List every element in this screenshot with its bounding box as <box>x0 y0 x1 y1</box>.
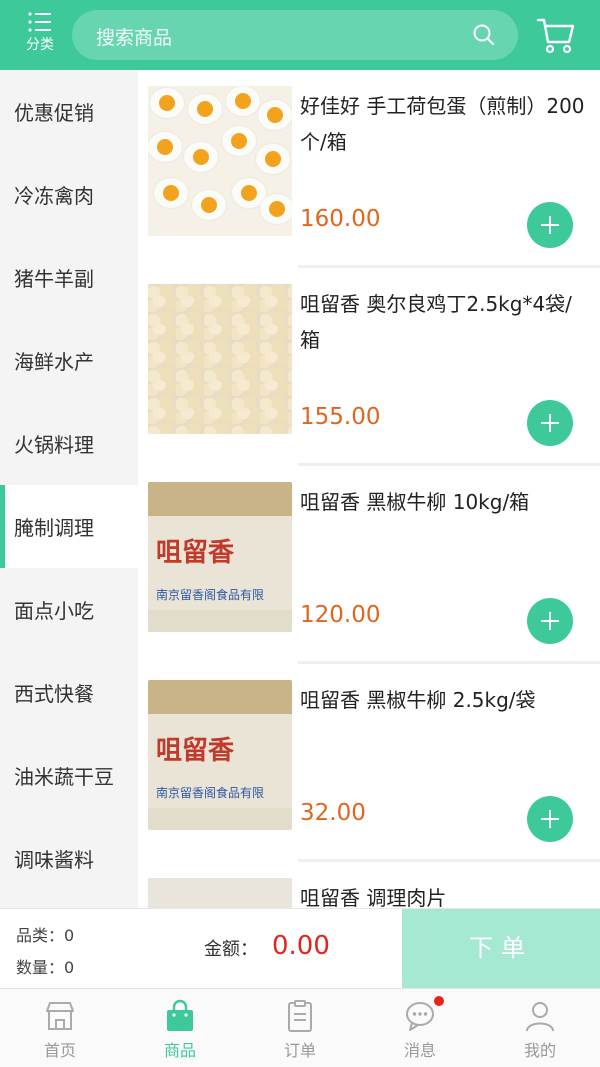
sidebar-item-promotions[interactable]: 优惠促销 <box>0 70 138 153</box>
product-price: 32.00 <box>300 800 366 826</box>
tab-profile[interactable]: 我的 <box>480 989 600 1067</box>
tab-label: 我的 <box>523 1041 556 1060</box>
add-to-cart-button[interactable] <box>527 598 573 644</box>
add-to-cart-button[interactable] <box>527 796 573 842</box>
tab-home[interactable]: 首页 <box>0 989 120 1067</box>
place-order-button[interactable]: 下单 <box>402 909 600 989</box>
product-item[interactable]: 咀留香 南京留香阁食品有限 咀留香 黑椒牛柳 10kg/箱 120.00 <box>138 466 600 664</box>
amount-label: 金额： <box>204 939 258 960</box>
category-sidebar: 优惠促销 冷冻禽肉 猪牛羊副 海鲜水产 火锅料理 腌制调理 面点小吃 西式快餐 … <box>0 70 138 908</box>
quantity-count: 数量：0 <box>16 954 74 978</box>
message-notification-badge <box>434 996 444 1006</box>
quantity-count-label: 数量： <box>16 958 65 977</box>
shopping-bag-icon <box>167 999 193 1031</box>
product-list: 好佳好 手工荷包蛋（煎制）200个/箱 160.00 咀留香 奥尔良鸡丁2.5k… <box>138 70 600 908</box>
sidebar-item-label: 油米蔬干豆 <box>14 765 114 789</box>
sidebar-item-frozen-poultry[interactable]: 冷冻禽肉 <box>0 153 138 236</box>
quantity-count-value: 0 <box>64 958 75 977</box>
product-image-fried-eggs[interactable] <box>148 86 292 236</box>
search-input[interactable]: 搜索商品 <box>72 10 518 60</box>
sidebar-item-seafood[interactable]: 海鲜水产 <box>0 319 138 402</box>
product-name[interactable]: 咀留香 奥尔良鸡丁2.5kg*4袋/箱 <box>300 286 590 358</box>
category-menu-label: 分类 <box>26 37 54 53</box>
sidebar-item-marinated[interactable]: 腌制调理 <box>0 485 138 568</box>
category-count-value: 0 <box>64 926 75 945</box>
product-image-chicken-cubes[interactable] <box>148 284 292 434</box>
sidebar-item-hotpot[interactable]: 火锅料理 <box>0 402 138 485</box>
product-price: 160.00 <box>300 206 381 232</box>
sidebar-item-label: 冷冻禽肉 <box>14 184 94 208</box>
product-price: 155.00 <box>300 404 381 430</box>
category-menu-button[interactable]: 分类 <box>14 8 66 62</box>
sidebar-item-grains-vegetables[interactable]: 油米蔬干豆 <box>0 734 138 817</box>
product-name[interactable]: 咀留香 黑椒牛柳 10kg/箱 <box>300 484 590 520</box>
product-name[interactable]: 咀留香 黑椒牛柳 2.5kg/袋 <box>300 682 590 718</box>
sidebar-item-label: 优惠促销 <box>14 101 94 125</box>
tab-label: 首页 <box>43 1041 76 1060</box>
box-brand-text: 咀留香 <box>156 736 235 766</box>
category-count-label: 品类： <box>16 926 65 945</box>
clipboard-icon <box>288 1000 312 1032</box>
product-name[interactable]: 咀留香 调理肉片 <box>300 880 590 908</box>
add-to-cart-button[interactable] <box>527 202 573 248</box>
menu-icon <box>28 12 51 32</box>
tab-label: 消息 <box>403 1041 436 1060</box>
cart-icon <box>536 18 575 54</box>
product-item[interactable]: 咀留香 南京留香阁食品有限 咀留香 黑椒牛柳 2.5kg/袋 32.00 <box>138 664 600 862</box>
tab-messages[interactable]: 消息 <box>360 989 480 1067</box>
cart-button[interactable] <box>536 14 576 56</box>
user-icon <box>526 1002 554 1032</box>
product-name[interactable]: 好佳好 手工荷包蛋（煎制）200个/箱 <box>300 88 590 160</box>
product-image-carton-box[interactable]: 咀留香 南京留香阁食品有限 <box>148 680 292 830</box>
sidebar-item-label: 猪牛羊副 <box>14 267 94 291</box>
search-icon[interactable] <box>472 23 496 47</box>
sidebar-item-label: 海鲜水产 <box>14 350 94 374</box>
product-item[interactable]: 好佳好 手工荷包蛋（煎制）200个/箱 160.00 <box>138 70 600 268</box>
sidebar-item-label: 火锅料理 <box>14 433 94 457</box>
search-placeholder: 搜索商品 <box>96 27 173 49</box>
box-brand-text: 咀留香 <box>156 538 235 568</box>
bottom-tab-bar: 首页 商品 订单 消息 我的 <box>0 988 600 1067</box>
sidebar-item-label: 西式快餐 <box>14 682 94 706</box>
product-image-carton-box[interactable]: 咀留香 南京留香阁食品有限 <box>148 482 292 632</box>
tab-products[interactable]: 商品 <box>120 989 240 1067</box>
sidebar-item-label: 面点小吃 <box>14 599 94 623</box>
sidebar-item-label: 调味酱料 <box>14 848 94 872</box>
top-bar: 分类 搜索商品 <box>0 0 600 70</box>
sidebar-item-snacks[interactable]: 面点小吃 <box>0 568 138 651</box>
tab-orders[interactable]: 订单 <box>240 989 360 1067</box>
add-to-cart-button[interactable] <box>527 400 573 446</box>
box-company-text: 南京留香阁食品有限 <box>156 588 265 602</box>
sidebar-item-label: 腌制调理 <box>14 516 94 540</box>
category-count: 品类：0 <box>16 922 74 946</box>
store-icon <box>46 1002 74 1030</box>
product-item[interactable]: 咀留香 奥尔良鸡丁2.5kg*4袋/箱 155.00 <box>138 268 600 466</box>
chat-bubble-icon <box>406 1002 434 1031</box>
box-company-text: 南京留香阁食品有限 <box>156 786 265 800</box>
sidebar-item-fast-food[interactable]: 西式快餐 <box>0 651 138 734</box>
sidebar-item-sauces[interactable]: 调味酱料 <box>0 817 138 900</box>
sidebar-item-pork-beef-lamb[interactable]: 猪牛羊副 <box>0 236 138 319</box>
cart-summary-bar: 品类：0 数量：0 金额： 0.00 下单 <box>0 908 600 989</box>
amount-value: 0.00 <box>272 931 330 961</box>
product-item[interactable]: 咀留香 调理肉片 <box>138 862 600 908</box>
product-image-package[interactable] <box>148 878 292 908</box>
product-price: 120.00 <box>300 602 381 628</box>
tab-label: 订单 <box>283 1041 316 1060</box>
tab-label: 商品 <box>163 1041 196 1060</box>
